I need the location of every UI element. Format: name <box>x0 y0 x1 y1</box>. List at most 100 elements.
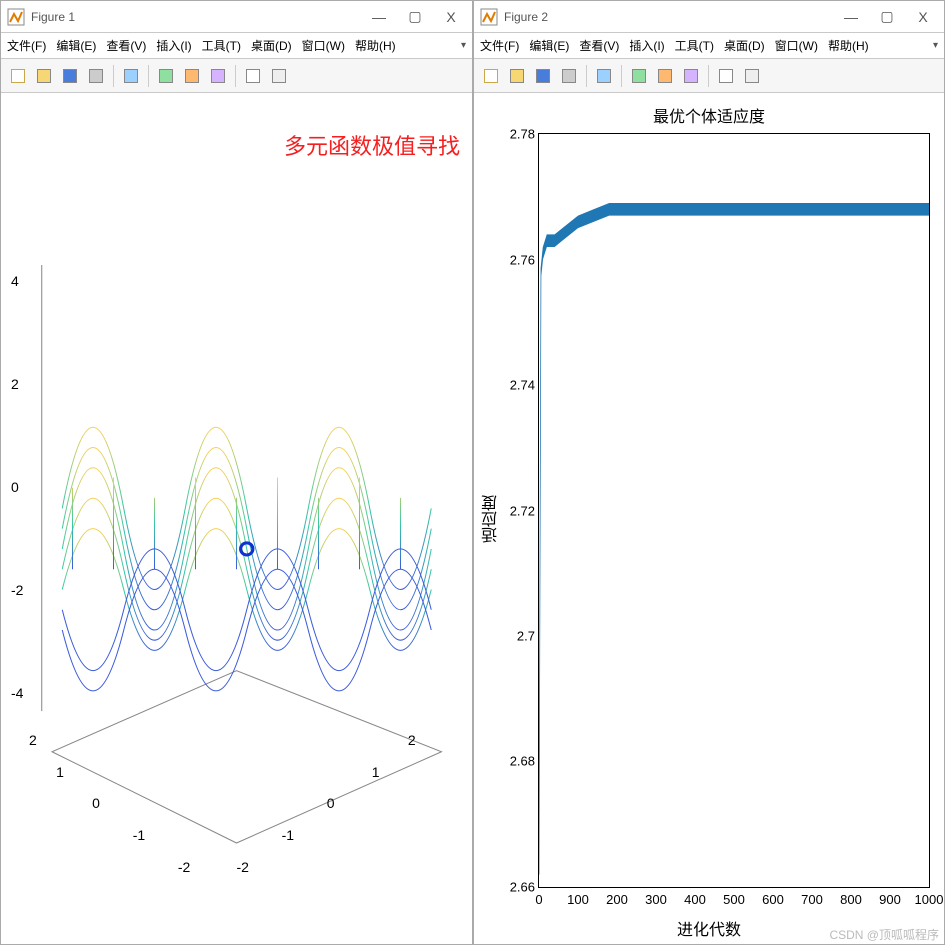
x-tick: 200 <box>606 892 628 907</box>
toolbar <box>474 59 944 93</box>
maximize-button[interactable]: ▢ <box>872 6 902 27</box>
x-tick: 500 <box>723 892 745 907</box>
matlab-figure-icon <box>480 8 498 26</box>
datacursor-icon[interactable] <box>593 65 615 87</box>
datacursor-icon[interactable] <box>120 65 142 87</box>
x-tick: 700 <box>801 892 823 907</box>
menu-desktop[interactable]: 桌面(D) <box>251 37 292 54</box>
y-tick: 2 <box>29 732 37 748</box>
y-tick: -1 <box>133 827 145 843</box>
y-tick: 2.66 <box>495 880 535 895</box>
minimize-button[interactable]: — <box>836 7 866 27</box>
rotate-icon[interactable] <box>207 65 229 87</box>
maximize-button[interactable]: ▢ <box>400 6 430 27</box>
pointer-icon[interactable] <box>715 65 737 87</box>
y-tick: 2.72 <box>495 503 535 518</box>
axes-2d[interactable]: 最优个体适应度 进化代数 适应度 2.66 2.68 2.7 2.72 2.74… <box>474 93 944 944</box>
zoomin-icon[interactable] <box>155 65 177 87</box>
x-tick: 600 <box>762 892 784 907</box>
rotate-icon[interactable] <box>680 65 702 87</box>
matlab-figure-icon <box>7 8 25 26</box>
save-icon[interactable] <box>59 65 81 87</box>
menu-view[interactable]: 查看(V) <box>579 37 619 54</box>
print-icon[interactable] <box>85 65 107 87</box>
menu-edit[interactable]: 编辑(E) <box>56 37 96 54</box>
plot-frame: 2.66 2.68 2.7 2.72 2.74 2.76 2.78 0 100 … <box>538 133 930 888</box>
menu-view[interactable]: 查看(V) <box>106 37 146 54</box>
menu-help[interactable]: 帮助(H) <box>355 37 396 54</box>
zoomout-icon[interactable] <box>181 65 203 87</box>
window-title: Figure 2 <box>504 10 548 24</box>
toolbar-separator <box>235 65 236 87</box>
zoomout-icon[interactable] <box>654 65 676 87</box>
y-tick: 0 <box>92 795 100 811</box>
open-icon[interactable] <box>506 65 528 87</box>
titlebar[interactable]: Figure 1 — ▢ X <box>1 1 472 33</box>
chart-title: 最优个体适应度 <box>653 103 765 127</box>
print-icon[interactable] <box>558 65 580 87</box>
z-tick: -4 <box>11 685 23 701</box>
pointer-icon[interactable] <box>242 65 264 87</box>
menu-tools[interactable]: 工具(T) <box>202 37 241 54</box>
toolbar-separator <box>113 65 114 87</box>
menu-tools[interactable]: 工具(T) <box>675 37 714 54</box>
inspect-icon[interactable] <box>741 65 763 87</box>
surface-plot: 4 2 0 -2 -4 <box>11 123 462 914</box>
toolbar <box>1 59 472 93</box>
new-figure-icon[interactable] <box>480 65 502 87</box>
x-tick: 800 <box>840 892 862 907</box>
menu-overflow-icon[interactable]: ▾ <box>461 40 466 51</box>
y-label: 适应度 <box>480 495 504 543</box>
menu-insert[interactable]: 插入(I) <box>629 37 664 54</box>
minimize-button[interactable]: — <box>364 7 394 27</box>
toolbar-separator <box>586 65 587 87</box>
x-tick: 0 <box>535 892 542 907</box>
menu-desktop[interactable]: 桌面(D) <box>724 37 765 54</box>
toolbar-separator <box>148 65 149 87</box>
x-tick: 300 <box>645 892 667 907</box>
inspect-icon[interactable] <box>268 65 290 87</box>
menu-help[interactable]: 帮助(H) <box>828 37 869 54</box>
save-icon[interactable] <box>532 65 554 87</box>
new-figure-icon[interactable] <box>7 65 29 87</box>
menu-overflow-icon[interactable]: ▾ <box>933 40 938 51</box>
x-tick: 400 <box>684 892 706 907</box>
y-tick: 2.78 <box>495 127 535 142</box>
x-label: 进化代数 <box>677 916 741 940</box>
z-tick: 2 <box>11 376 19 392</box>
y-tick: -2 <box>178 859 190 875</box>
open-icon[interactable] <box>33 65 55 87</box>
x-tick: 1000 <box>915 892 944 907</box>
y-tick: 2.68 <box>495 754 535 769</box>
y-tick: 2.76 <box>495 252 535 267</box>
axes-3d[interactable]: 多元函数极值寻找 4 2 0 -2 -4 <box>1 93 472 944</box>
menu-insert[interactable]: 插入(I) <box>156 37 191 54</box>
x-tick: 1 <box>372 764 380 780</box>
z-tick: 4 <box>11 273 19 289</box>
menubar: 文件(F) 编辑(E) 查看(V) 插入(I) 工具(T) 桌面(D) 窗口(W… <box>474 33 944 59</box>
figure-window-1: Figure 1 — ▢ X 文件(F) 编辑(E) 查看(V) 插入(I) 工… <box>0 0 473 945</box>
menubar: 文件(F) 编辑(E) 查看(V) 插入(I) 工具(T) 桌面(D) 窗口(W… <box>1 33 472 59</box>
line-series <box>539 134 929 887</box>
x-tick: -1 <box>282 827 294 843</box>
z-tick: -2 <box>11 582 23 598</box>
close-button[interactable]: X <box>436 7 466 27</box>
close-button[interactable]: X <box>908 7 938 27</box>
y-tick: 1 <box>56 764 64 780</box>
zoomin-icon[interactable] <box>628 65 650 87</box>
menu-file[interactable]: 文件(F) <box>7 37 46 54</box>
x-tick: -2 <box>237 859 249 875</box>
titlebar[interactable]: Figure 2 — ▢ X <box>474 1 944 33</box>
x-tick: 100 <box>567 892 589 907</box>
y-tick: 2.74 <box>495 377 535 392</box>
figure-window-2: Figure 2 — ▢ X 文件(F) 编辑(E) 查看(V) 插入(I) 工… <box>473 0 945 945</box>
mesh-svg <box>11 123 462 914</box>
x-tick: 900 <box>879 892 901 907</box>
menu-file[interactable]: 文件(F) <box>480 37 519 54</box>
y-tick: 2.7 <box>495 629 535 644</box>
toolbar-separator <box>708 65 709 87</box>
toolbar-separator <box>621 65 622 87</box>
menu-edit[interactable]: 编辑(E) <box>529 37 569 54</box>
menu-window[interactable]: 窗口(W) <box>775 37 818 54</box>
menu-window[interactable]: 窗口(W) <box>302 37 345 54</box>
